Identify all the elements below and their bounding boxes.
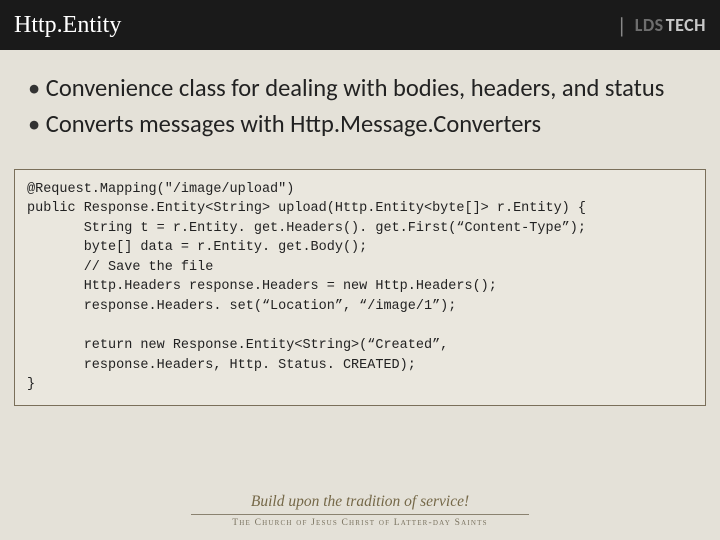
footer: Build upon the tradition of service! The… [0, 492, 720, 540]
header-bar: Http.Entity | LDS TECH [0, 0, 720, 50]
bullet-item: Converts messages with Http.Message.Conv… [28, 108, 698, 140]
content-area: Convenience class for dealing with bodie… [0, 50, 720, 155]
footer-tagline: Build upon the tradition of service! [191, 493, 529, 515]
page-title: Http.Entity [14, 12, 121, 39]
logo-divider: | [617, 12, 627, 39]
footer-org: The Church of Jesus Christ of Latter-day… [0, 518, 720, 528]
logo-text-tech: TECH [666, 14, 706, 36]
bullet-list: Convenience class for dealing with bodie… [28, 72, 698, 141]
bullet-item: Convenience class for dealing with bodie… [28, 72, 698, 104]
code-block: @Request.Mapping("/image/upload") public… [14, 169, 706, 406]
brand-logo: | LDS TECH [617, 12, 706, 39]
logo-text-lds: LDS [635, 14, 664, 36]
